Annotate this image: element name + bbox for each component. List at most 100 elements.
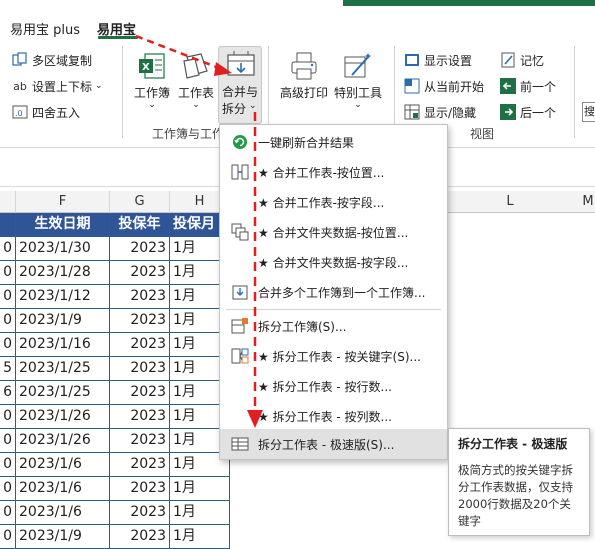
cell-policy-month[interactable]: 1月 xyxy=(170,525,230,549)
header-cell-year[interactable]: 投保年 xyxy=(110,213,170,237)
split-fast-icon xyxy=(230,434,250,454)
set-super-sub-button[interactable]: ab 设置上下标 ⌄ xyxy=(12,75,102,97)
cell-partial[interactable]: 0 xyxy=(0,429,16,453)
cell-partial[interactable]: 0 xyxy=(0,525,16,549)
merge-folder-icon xyxy=(230,222,250,242)
cell-policy-month[interactable]: 1月 xyxy=(170,501,230,525)
column-header-f[interactable]: F xyxy=(16,191,110,213)
cell-effective-date[interactable]: 2023/1/26 xyxy=(16,429,110,453)
menu-item-label: ★ 合并文件夹数据-按位置... xyxy=(258,225,409,240)
cell-effective-date[interactable]: 2023/1/12 xyxy=(16,285,110,309)
cell-policy-year[interactable]: 2023 xyxy=(110,501,170,525)
multi-area-copy-label: 多区域复制 xyxy=(32,53,93,68)
merge-workbooks-icon xyxy=(230,282,250,302)
cell-effective-date[interactable]: 2023/1/9 xyxy=(16,309,110,333)
column-header-partial[interactable] xyxy=(0,191,16,213)
column-header-m[interactable]: M xyxy=(578,191,595,213)
chevron-down-icon: ⌄ xyxy=(249,101,257,111)
header-cell-date[interactable]: 生效日期 xyxy=(16,213,110,237)
cell-policy-year[interactable]: 2023 xyxy=(110,405,170,429)
cell-policy-year[interactable]: 2023 xyxy=(110,357,170,381)
workbook-label: 工作簿 xyxy=(133,86,170,100)
cell-partial[interactable]: 0 xyxy=(0,285,16,309)
memory-label: 记忆 xyxy=(520,53,545,68)
merge-split-button[interactable]: 合并与 拆分 ⌄ xyxy=(218,46,262,124)
menu-item-label: ★ 合并工作表-按字段... xyxy=(258,195,385,210)
round-icon: .0 xyxy=(12,104,28,120)
round-button[interactable]: .0 四舍五入 xyxy=(12,101,80,123)
menu-item-refresh-merge[interactable]: 一键刷新合并结果 xyxy=(220,127,447,157)
show-hide-label: 显示/隐藏 xyxy=(424,105,477,120)
cell-effective-date[interactable]: 2023/1/6 xyxy=(16,453,110,477)
menu-item-merge-sheets-position[interactable]: ★ 合并工作表-按位置... xyxy=(220,157,447,187)
cell-policy-year[interactable]: 2023 xyxy=(110,237,170,261)
cell-effective-date[interactable]: 2023/1/16 xyxy=(16,333,110,357)
from-current-button[interactable]: 从当前开始 xyxy=(404,75,484,97)
menu-item-merge-sheets-field[interactable]: ★ 合并工作表-按字段... xyxy=(220,187,447,217)
set-super-sub-label: 设置上下标 xyxy=(32,79,93,94)
menu-item-label: ★ 合并工作表-按位置... xyxy=(258,165,385,180)
cell-policy-year[interactable]: 2023 xyxy=(110,453,170,477)
cell-partial[interactable]: 0 xyxy=(0,501,16,525)
advanced-print-button[interactable]: 高级打印 xyxy=(278,50,330,101)
cell-policy-year[interactable]: 2023 xyxy=(110,333,170,357)
cell-effective-date[interactable]: 2023/1/25 xyxy=(16,381,110,405)
cell-policy-year[interactable]: 2023 xyxy=(110,477,170,501)
show-hide-button[interactable]: 显示/隐藏 xyxy=(404,101,476,123)
column-header-g[interactable]: G xyxy=(110,191,170,213)
cell-policy-year[interactable]: 2023 xyxy=(110,261,170,285)
menu-item-split-fast[interactable]: 拆分工作表 - 极速版(S)... xyxy=(220,429,447,459)
workbook-button[interactable]: X 工作簿 ⌄ xyxy=(132,50,172,110)
cell-partial[interactable]: 0 xyxy=(0,405,16,429)
cell-partial[interactable]: 0 xyxy=(0,309,16,333)
cell-effective-date[interactable]: 2023/1/30 xyxy=(16,237,110,261)
menu-item-split-workbook[interactable]: 拆分工作簿(S)... xyxy=(220,311,447,341)
menu-item-merge-folder-field[interactable]: ★ 合并文件夹数据-按字段... xyxy=(220,247,447,277)
cell-effective-date[interactable]: 2023/1/6 xyxy=(16,477,110,501)
excel-workbook-icon: X xyxy=(136,50,168,82)
prev-button[interactable]: 前一个 xyxy=(500,75,556,97)
cell-effective-date[interactable]: 2023/1/28 xyxy=(16,261,110,285)
menu-item-split-by-key[interactable]: ★ 拆分工作表 - 按关键字(S)... xyxy=(220,341,447,371)
cell-partial[interactable]: 0 xyxy=(0,477,16,501)
worksheet-icon xyxy=(180,50,212,82)
menu-item-merge-workbooks[interactable]: 合并多个工作簿到一个工作簿... xyxy=(220,277,447,307)
multi-area-copy-button[interactable]: 多区域复制 xyxy=(12,49,92,71)
cell-policy-month[interactable]: 1月 xyxy=(170,477,230,501)
column-header-l[interactable]: L xyxy=(470,191,550,213)
cell-partial[interactable]: 6 xyxy=(0,381,16,405)
cell-partial[interactable]: 0 xyxy=(0,237,16,261)
cell-policy-year[interactable]: 2023 xyxy=(110,525,170,549)
ribbon-tab-strip: 易用宝 plus 易用宝 xyxy=(0,0,595,40)
superscript-icon: ab xyxy=(13,79,27,93)
header-cell-partial[interactable] xyxy=(0,213,16,237)
special-tools-button[interactable]: 特别工具 ⌄ xyxy=(332,50,384,110)
worksheet-button[interactable]: 工作表 ⌄ xyxy=(176,50,216,110)
cell-partial[interactable]: 5 xyxy=(0,357,16,381)
next-button[interactable]: 后一个 xyxy=(500,101,556,123)
merge-split-label-line2: 拆分 xyxy=(222,102,247,116)
cell-effective-date[interactable]: 2023/1/6 xyxy=(16,501,110,525)
menu-item-split-by-cols[interactable]: ★ 拆分工作表 - 按列数... xyxy=(220,401,447,431)
cell-partial[interactable]: 0 xyxy=(0,333,16,357)
cell-policy-year[interactable]: 2023 xyxy=(110,309,170,333)
refresh-icon xyxy=(230,132,250,152)
cell-policy-year[interactable]: 2023 xyxy=(110,429,170,453)
cell-partial[interactable]: 0 xyxy=(0,453,16,477)
cell-effective-date[interactable]: 2023/1/26 xyxy=(16,405,110,429)
memory-button[interactable]: 记忆 xyxy=(500,49,544,71)
menu-item-merge-folder-position[interactable]: ★ 合并文件夹数据-按位置... xyxy=(220,217,447,247)
tooltip-body: 极简方式的按关键字拆分工作表数据，仅支持2000行数据及20个关键字 xyxy=(458,463,573,528)
search-box-partial[interactable]: 搜 xyxy=(582,102,595,122)
pen-icon xyxy=(500,52,516,68)
tab-yiyongbao-plus[interactable]: 易用宝 plus xyxy=(10,19,80,38)
cell-policy-year[interactable]: 2023 xyxy=(110,285,170,309)
cell-policy-year[interactable]: 2023 xyxy=(110,381,170,405)
chevron-down-icon: ⌄ xyxy=(192,100,200,110)
cell-effective-date[interactable]: 2023/1/9 xyxy=(16,525,110,549)
show-settings-button[interactable]: 显示设置 xyxy=(404,49,472,71)
cell-effective-date[interactable]: 2023/1/25 xyxy=(16,357,110,381)
title-bar-accent xyxy=(343,0,595,6)
cell-partial[interactable]: 0 xyxy=(0,261,16,285)
menu-item-split-by-rows[interactable]: ★ 拆分工作表 - 按行数... xyxy=(220,371,447,401)
